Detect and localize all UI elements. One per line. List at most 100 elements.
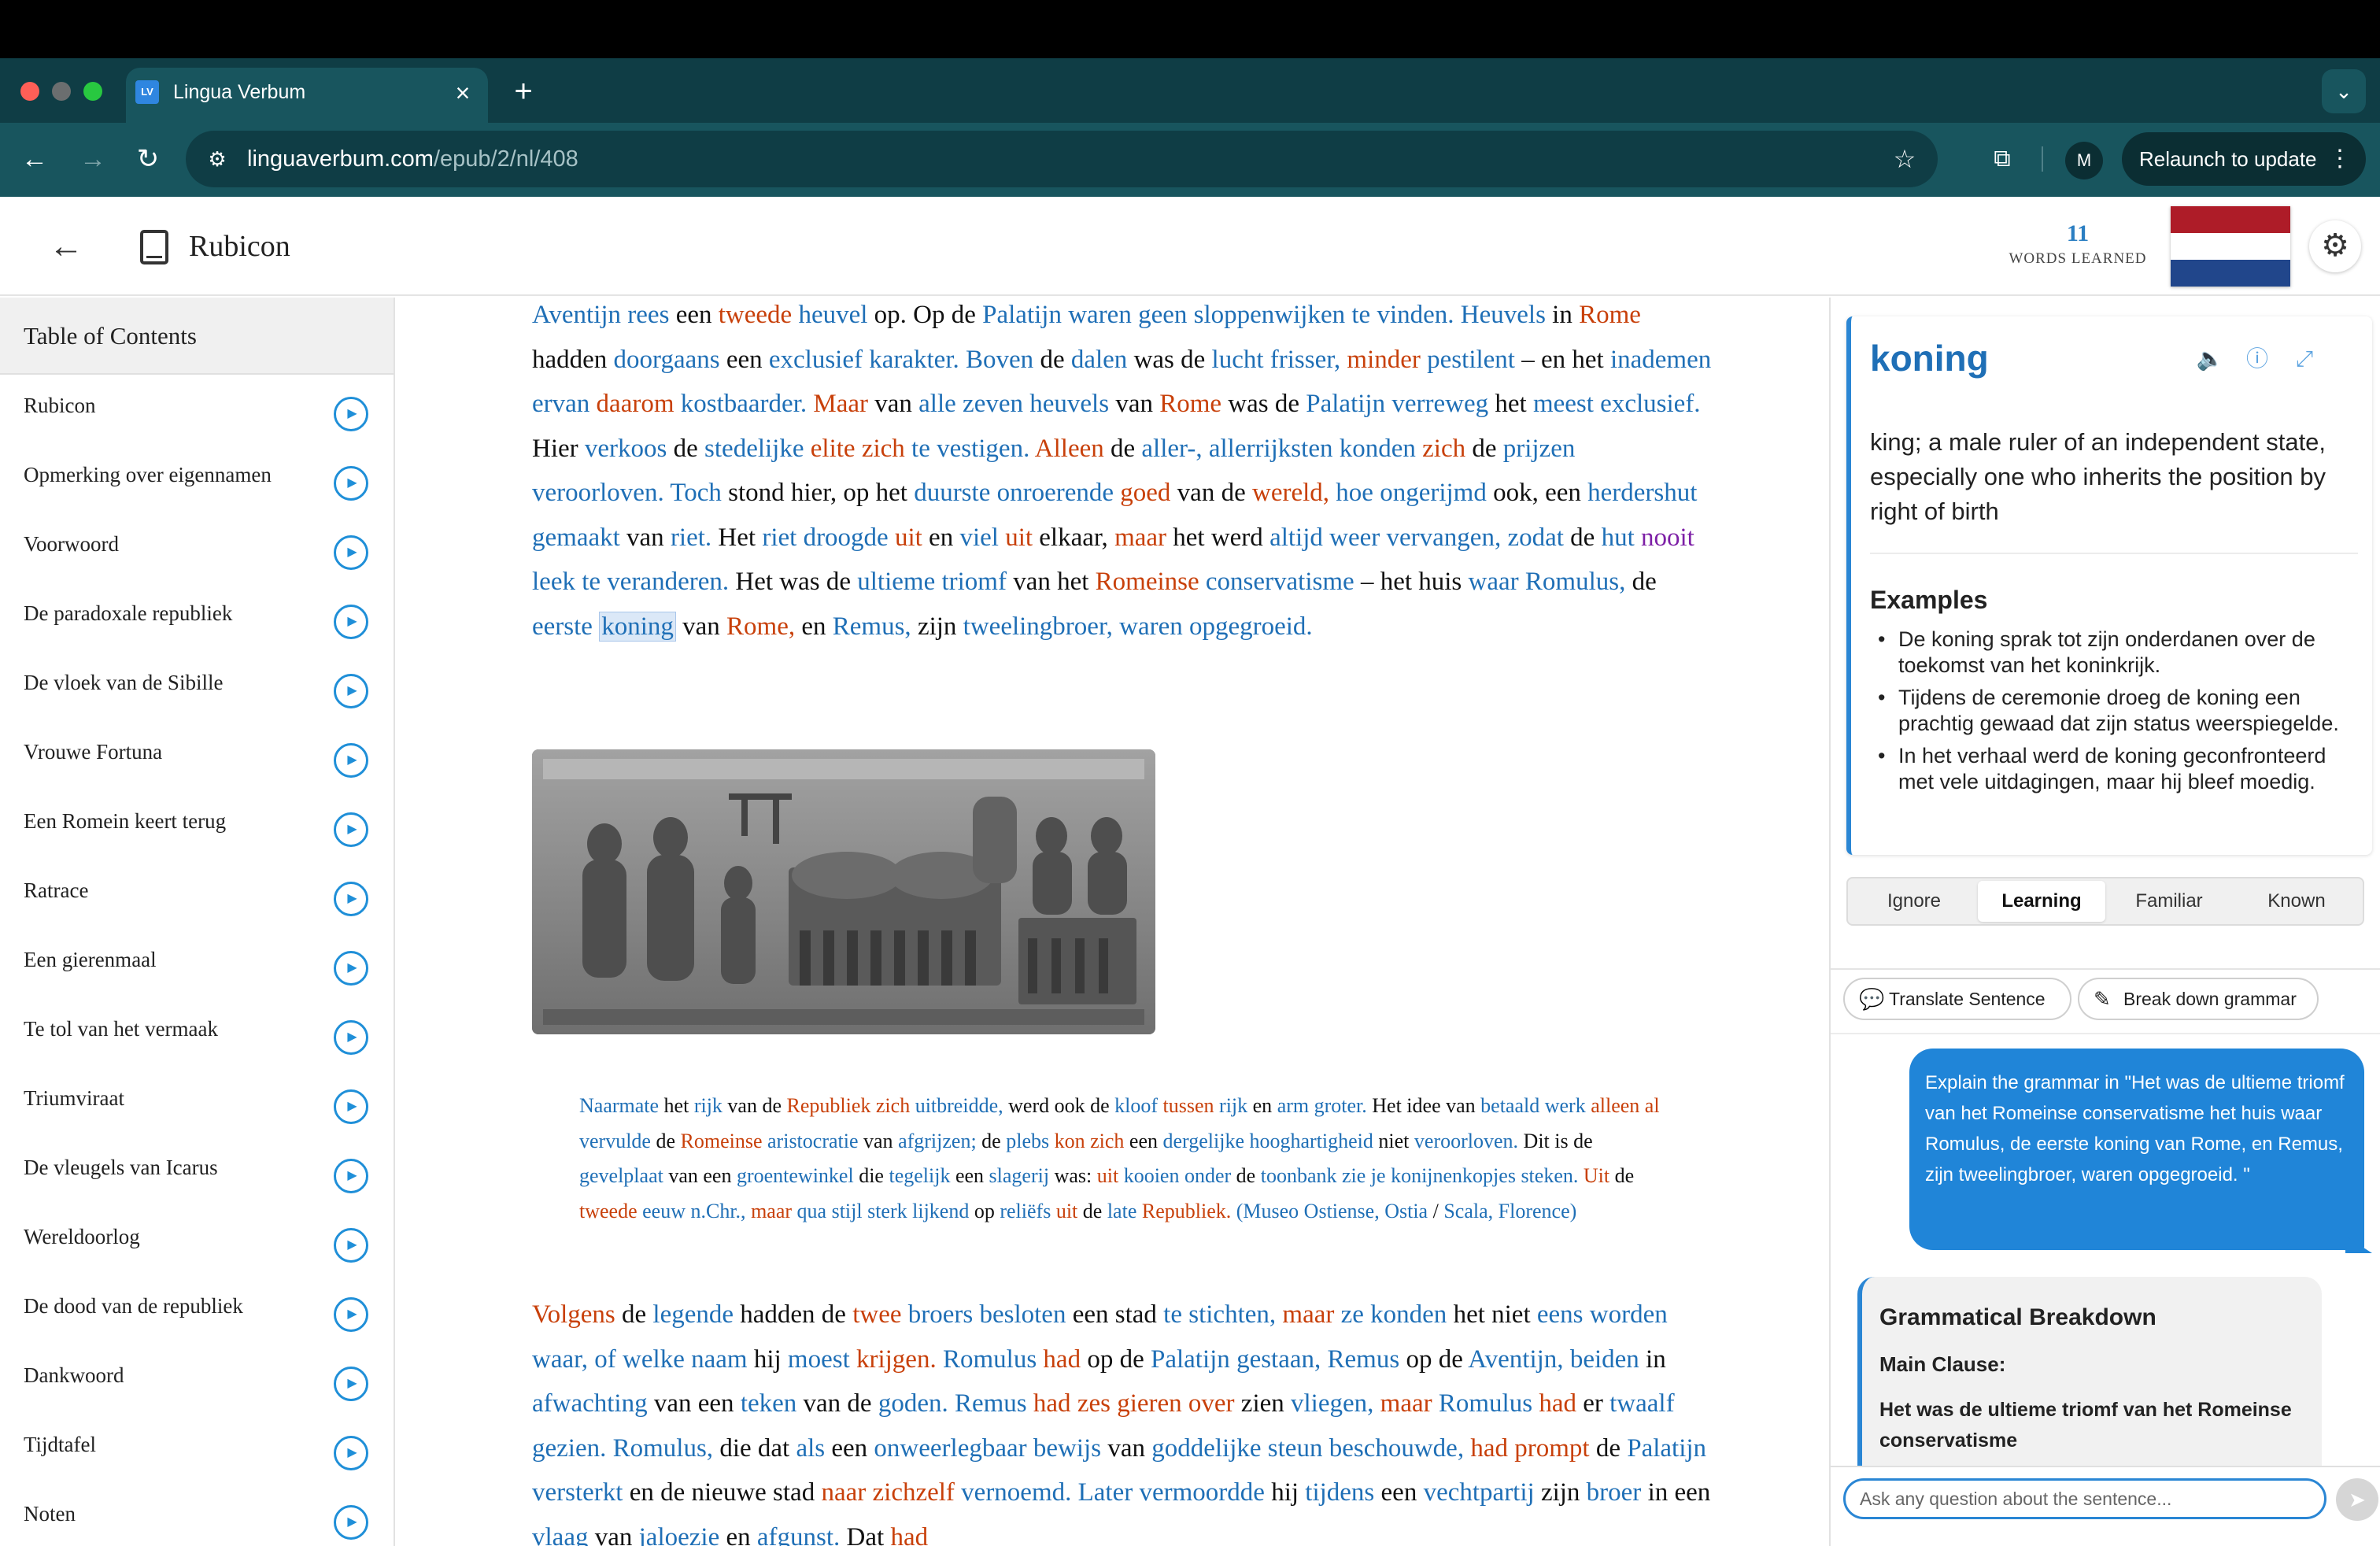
word-token[interactable]: Toch — [670, 479, 722, 507]
word-token[interactable]: zich — [862, 435, 905, 463]
window-zoom-dot[interactable] — [83, 82, 102, 101]
word-token[interactable]: Palatijn — [1627, 1434, 1706, 1463]
word-token[interactable]: ultieme — [857, 568, 935, 596]
word-token[interactable]: herdershut — [1587, 479, 1697, 507]
word-token[interactable]: te — [582, 568, 601, 596]
word-token[interactable]: rijk — [1219, 1094, 1247, 1117]
word-token[interactable]: te — [1163, 1300, 1182, 1329]
word-token[interactable]: verreweg — [1391, 390, 1488, 418]
word-token[interactable]: toonbank — [1261, 1164, 1337, 1187]
word-token[interactable]: lucht — [1212, 346, 1264, 374]
more-vert-icon[interactable]: ⋮ — [2328, 132, 2352, 186]
word-token[interactable]: Rome, — [726, 612, 795, 641]
word-token[interactable]: Boven — [966, 346, 1033, 374]
word-token[interactable]: versterkt — [532, 1478, 623, 1507]
word-token[interactable]: als — [796, 1434, 825, 1463]
play-circle-icon[interactable]: ▶ — [334, 812, 368, 847]
word-token[interactable]: vliegen, — [1291, 1389, 1373, 1418]
word-token[interactable]: Republiek. — [1142, 1200, 1231, 1222]
word-token[interactable]: conservatisme — [1206, 568, 1354, 596]
word-token[interactable]: tijdens — [1305, 1478, 1374, 1507]
word-token[interactable]: vechtpartij — [1424, 1478, 1535, 1507]
toc-item[interactable]: Te tol van het vermaak ▶ — [0, 998, 394, 1067]
word-token[interactable]: plebs — [1006, 1130, 1049, 1152]
word-token[interactable]: leek — [532, 568, 575, 596]
word-token[interactable]: zes — [1077, 1389, 1111, 1418]
word-token[interactable]: Romulus — [1439, 1389, 1532, 1418]
level-known-button[interactable]: Known — [2233, 881, 2360, 922]
word-token[interactable]: wereld, — [1252, 479, 1329, 507]
word-token[interactable]: al — [1645, 1094, 1660, 1117]
word-token[interactable]: onroerende — [997, 479, 1114, 507]
word-token[interactable]: vinden. — [1377, 301, 1454, 329]
word-token[interactable]: rees — [627, 301, 669, 329]
send-icon[interactable]: ➤ — [2336, 1478, 2378, 1521]
word-token[interactable]: dalen — [1071, 346, 1127, 374]
word-token[interactable]: maar — [1380, 1389, 1432, 1418]
word-token[interactable]: elite — [811, 435, 856, 463]
word-token[interactable]: Remus — [955, 1389, 1027, 1418]
word-token[interactable]: arm — [1277, 1094, 1309, 1117]
play-circle-icon[interactable]: ▶ — [334, 1089, 368, 1124]
word-token[interactable]: heuvels — [1029, 390, 1109, 418]
word-token[interactable]: Alleen — [1035, 435, 1104, 463]
word-token[interactable]: riet — [762, 523, 796, 552]
play-circle-icon[interactable]: ▶ — [334, 1436, 368, 1470]
word-token[interactable]: vermoordde — [1139, 1478, 1264, 1507]
url-text[interactable]: linguaverbum.com/epub/2/nl/408 — [247, 145, 578, 173]
browser-tab[interactable]: LV Lingua Verbum × — [126, 68, 488, 123]
word-token[interactable]: Uit — [1584, 1164, 1609, 1187]
level-ignore-button[interactable]: Ignore — [1850, 881, 1978, 922]
word-token[interactable]: goden. — [878, 1389, 948, 1418]
settings-gear-icon[interactable]: ⚙ — [2309, 220, 2361, 272]
word-token[interactable]: verkoos — [585, 435, 667, 463]
back-arrow-icon[interactable]: ← — [11, 135, 58, 183]
word-token[interactable]: vernoemd. — [961, 1478, 1071, 1507]
play-circle-icon[interactable]: ▶ — [334, 1367, 368, 1401]
toc-item[interactable]: Ratrace ▶ — [0, 860, 394, 929]
word-token[interactable]: naar — [821, 1478, 866, 1507]
word-token[interactable]: uit — [1056, 1200, 1077, 1222]
close-tab-icon[interactable]: × — [447, 77, 479, 109]
word-token[interactable]: (Museo — [1236, 1200, 1299, 1222]
word-token[interactable]: ongerijmd — [1380, 479, 1487, 507]
word-token[interactable]: stijl — [832, 1200, 863, 1222]
break-down-grammar-button[interactable]: ✎ Break down grammar — [2078, 978, 2319, 1020]
word-token[interactable]: zie — [1342, 1164, 1366, 1187]
word-token[interactable]: aller-, — [1141, 435, 1202, 463]
word-token[interactable]: Heuvels — [1461, 301, 1546, 329]
toc-item[interactable]: De vleugels van Icarus ▶ — [0, 1137, 394, 1206]
word-token[interactable]: bewijs — [1033, 1434, 1101, 1463]
word-token[interactable]: had — [890, 1523, 928, 1546]
word-token[interactable]: gemaakt — [532, 523, 620, 552]
play-circle-icon[interactable]: ▶ — [334, 743, 368, 778]
word-token[interactable]: of — [594, 1345, 616, 1374]
word-token[interactable]: Florence) — [1499, 1200, 1577, 1222]
word-token[interactable]: qua — [797, 1200, 827, 1222]
play-circle-icon[interactable]: ▶ — [334, 605, 368, 639]
word-token[interactable]: zodat — [1507, 523, 1563, 552]
tab-search-chevron-icon[interactable]: ⌄ — [2322, 69, 2366, 113]
word-token[interactable]: gieren — [1117, 1389, 1181, 1418]
word-token[interactable]: broers — [908, 1300, 973, 1329]
word-token[interactable]: te — [911, 435, 930, 463]
word-token[interactable]: te — [1351, 301, 1370, 329]
word-token[interactable]: vervangen, — [1387, 523, 1502, 552]
back-arrow-icon[interactable]: ← — [44, 225, 88, 269]
word-token[interactable]: twaalf — [1609, 1389, 1674, 1418]
word-token[interactable]: broer — [1587, 1478, 1642, 1507]
word-token[interactable]: konden — [1340, 435, 1416, 463]
word-token[interactable]: Naarmate — [579, 1094, 659, 1117]
word-token[interactable]: aristocratie — [767, 1130, 859, 1152]
word-token[interactable]: rijk — [694, 1094, 722, 1117]
word-token[interactable]: inademen — [1610, 346, 1711, 374]
word-token[interactable]: tweelingbroer, — [963, 612, 1113, 641]
word-token[interactable]: zeven — [963, 390, 1023, 418]
word-token[interactable]: over — [1188, 1389, 1235, 1418]
word-token[interactable]: legende — [652, 1300, 734, 1329]
word-token[interactable]: uit — [1005, 523, 1033, 552]
sentence-question-input[interactable] — [1843, 1478, 2326, 1519]
word-token[interactable]: sterk — [867, 1200, 907, 1222]
word-token[interactable]: nooit — [1641, 523, 1694, 552]
play-circle-icon[interactable]: ▶ — [334, 466, 368, 501]
